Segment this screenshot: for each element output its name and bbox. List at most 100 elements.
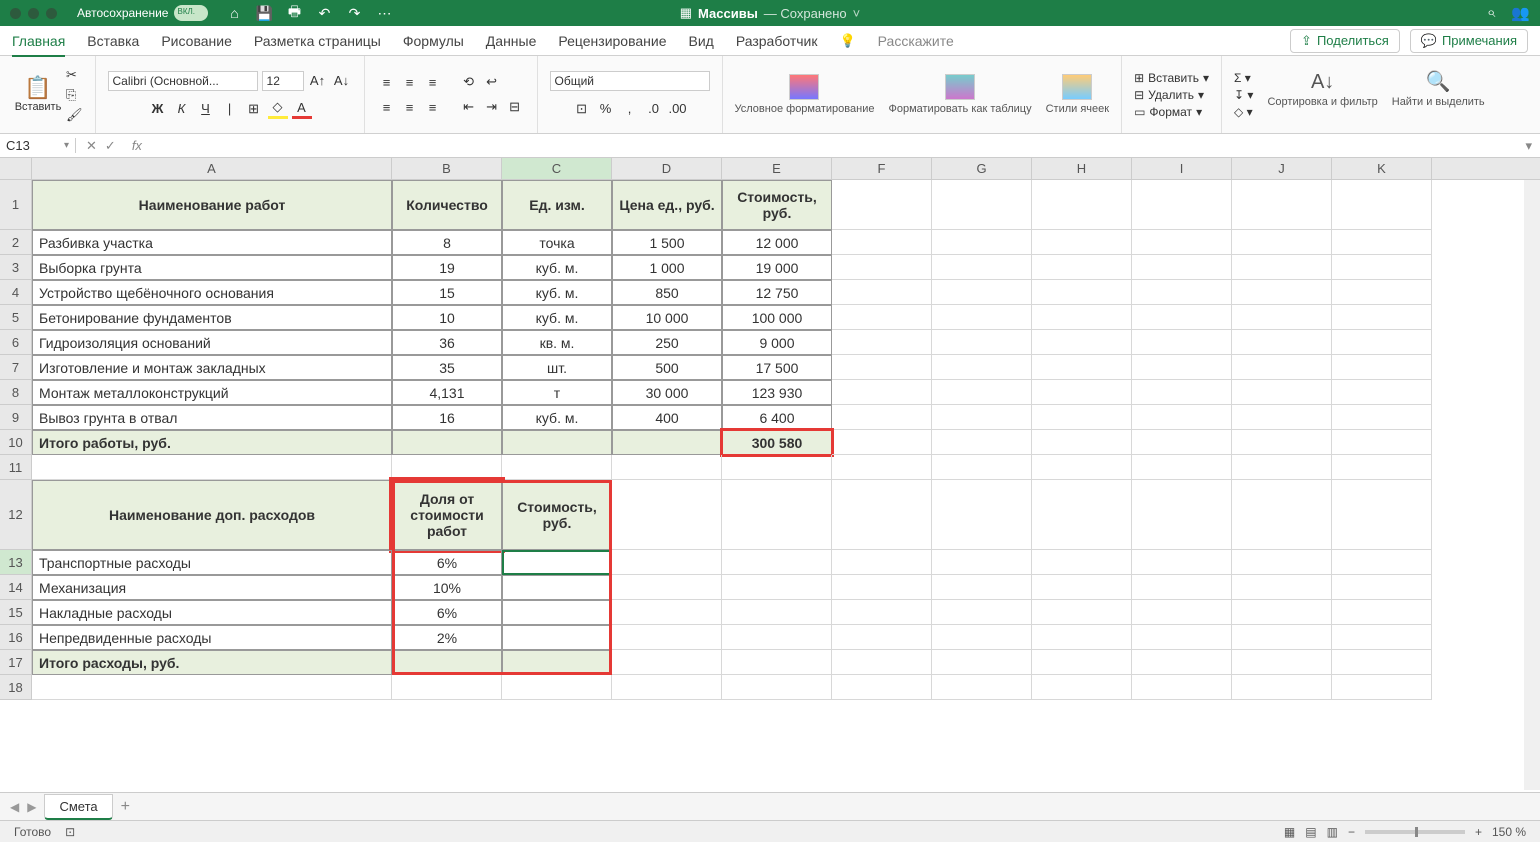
cell[interactable] [932, 625, 1032, 650]
cell[interactable]: 100 000 [722, 305, 832, 330]
cell[interactable] [932, 675, 1032, 700]
cell[interactable] [1132, 650, 1232, 675]
row-header[interactable]: 2 [0, 230, 32, 255]
cell[interactable] [932, 280, 1032, 305]
cell[interactable]: 6% [392, 550, 502, 575]
cell[interactable] [502, 550, 612, 575]
col-K[interactable]: K [1332, 158, 1432, 179]
cell[interactable] [722, 455, 832, 480]
cell[interactable] [612, 455, 722, 480]
cell[interactable] [1032, 330, 1132, 355]
autosave[interactable]: Автосохранение [77, 5, 208, 21]
tab-page-layout[interactable]: Разметка страницы [254, 33, 381, 49]
cell[interactable] [1232, 405, 1332, 430]
cell[interactable] [722, 650, 832, 675]
cell[interactable]: куб. м. [502, 280, 612, 305]
zoom-out-icon[interactable]: − [1348, 825, 1355, 839]
cell[interactable]: 16 [392, 405, 502, 430]
cell[interactable] [1032, 230, 1132, 255]
cell[interactable]: Изготовление и монтаж закладных [32, 355, 392, 380]
row-header[interactable]: 3 [0, 255, 32, 280]
row-header[interactable]: 11 [0, 455, 32, 480]
insert-cells-button[interactable]: ⊞Вставить▾ [1134, 71, 1209, 85]
cell[interactable]: 4,131 [392, 380, 502, 405]
cell[interactable] [502, 455, 612, 480]
align-middle-icon[interactable]: ≡ [400, 72, 420, 92]
row-header[interactable]: 15 [0, 600, 32, 625]
save-icon[interactable]: 💾 [256, 5, 272, 21]
cell[interactable]: кв. м. [502, 330, 612, 355]
cell[interactable] [832, 575, 932, 600]
cell[interactable] [1232, 280, 1332, 305]
font-name-select[interactable]: Calibri (Основной... [108, 71, 258, 91]
cell[interactable] [1332, 255, 1432, 280]
cell[interactable] [1232, 430, 1332, 455]
copy-icon[interactable]: ⎘ [66, 87, 83, 103]
cell[interactable]: 1 500 [612, 230, 722, 255]
cell[interactable] [722, 575, 832, 600]
cell[interactable] [932, 230, 1032, 255]
cell[interactable] [1232, 355, 1332, 380]
cell[interactable]: Количество [392, 180, 502, 230]
redo-icon[interactable]: ↷ [346, 5, 362, 21]
cell[interactable]: 250 [612, 330, 722, 355]
increase-font-icon[interactable]: A↑ [308, 71, 328, 91]
cell[interactable]: Наименование работ [32, 180, 392, 230]
view-normal-icon[interactable]: ▦ [1284, 825, 1295, 839]
cell[interactable] [832, 255, 932, 280]
cell[interactable] [612, 625, 722, 650]
cell[interactable] [1132, 305, 1232, 330]
cell[interactable] [1232, 180, 1332, 230]
conditional-formatting-button[interactable]: Условное форматирование [735, 74, 875, 115]
cell[interactable] [1132, 575, 1232, 600]
cell[interactable] [1332, 380, 1432, 405]
cell[interactable]: Транспортные расходы [32, 550, 392, 575]
cell[interactable] [932, 355, 1032, 380]
cell[interactable]: шт. [502, 355, 612, 380]
home-icon[interactable]: ⌂ [226, 5, 242, 21]
cell[interactable] [1132, 330, 1232, 355]
cell[interactable] [392, 675, 502, 700]
cell[interactable]: Разбивка участка [32, 230, 392, 255]
cell[interactable] [932, 430, 1032, 455]
cell[interactable] [932, 305, 1032, 330]
cancel-formula-icon[interactable]: ✕ [86, 138, 97, 154]
cell[interactable]: Наименование доп. расходов [32, 480, 392, 550]
strike-icon[interactable]: | [220, 99, 240, 119]
cell[interactable]: 6 400 [722, 405, 832, 430]
cell[interactable] [932, 550, 1032, 575]
cell[interactable] [1232, 625, 1332, 650]
cell[interactable] [932, 180, 1032, 230]
cell[interactable] [832, 405, 932, 430]
orientation-icon[interactable]: ⟲ [459, 72, 479, 92]
percent-icon[interactable]: % [596, 99, 616, 119]
cell[interactable] [932, 455, 1032, 480]
col-C[interactable]: C [502, 158, 612, 179]
cell[interactable] [1032, 480, 1132, 550]
cell[interactable] [1032, 675, 1132, 700]
cell[interactable] [1332, 480, 1432, 550]
cell[interactable] [1032, 255, 1132, 280]
cell[interactable] [932, 405, 1032, 430]
align-center-icon[interactable]: ≡ [400, 97, 420, 117]
cell[interactable] [1232, 230, 1332, 255]
cell[interactable] [932, 330, 1032, 355]
dec-dec-icon[interactable]: .00 [668, 99, 688, 119]
align-top-icon[interactable]: ≡ [377, 72, 397, 92]
cell[interactable] [1232, 480, 1332, 550]
cell[interactable] [1332, 550, 1432, 575]
paste-button[interactable]: 📋 Вставить [16, 75, 60, 115]
cell[interactable] [32, 455, 392, 480]
tab-insert[interactable]: Вставка [87, 33, 139, 49]
sheet-nav-prev[interactable]: ◀ [10, 800, 19, 814]
autosave-toggle[interactable] [174, 5, 208, 21]
col-A[interactable]: A [32, 158, 392, 179]
indent-inc-icon[interactable]: ⇥ [482, 97, 502, 117]
indent-dec-icon[interactable]: ⇤ [459, 97, 479, 117]
cell[interactable] [832, 650, 932, 675]
cell[interactable] [832, 330, 932, 355]
cell[interactable] [32, 675, 392, 700]
cell[interactable] [832, 380, 932, 405]
cell[interactable] [1332, 230, 1432, 255]
cell[interactable]: Стоимость, руб. [722, 180, 832, 230]
